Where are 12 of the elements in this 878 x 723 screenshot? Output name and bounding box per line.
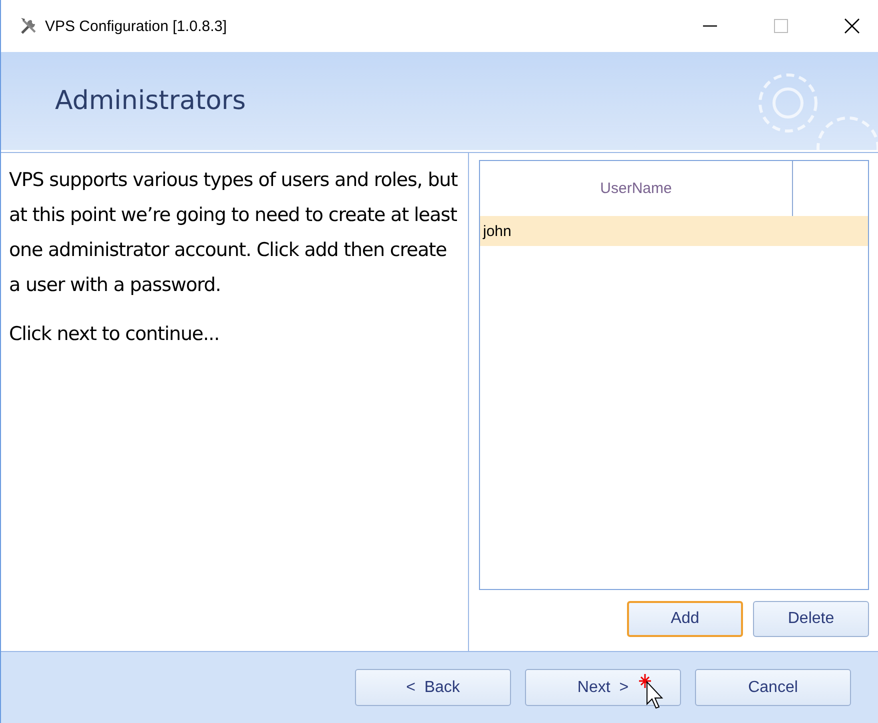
grid-button[interactable]: Delete	[753, 601, 869, 637]
description-text: VPS supports various types of users and roles, but at this point we’re going to need to create at least one administrator account. Click add then create a user with a password.	[9, 168, 459, 298]
grid-button[interactable]: Add	[627, 601, 743, 637]
description-text: Click next to continue...	[9, 322, 220, 347]
table-row[interactable]: john	[480, 216, 868, 246]
table-cell: john	[483, 222, 512, 240]
window-title: VPS Configuration [1.0.8.3]	[45, 18, 227, 34]
footer-button[interactable]: Next >	[525, 669, 681, 706]
footer-button[interactable]: Cancel	[695, 669, 851, 706]
close-icon[interactable]	[844, 18, 860, 34]
footer-button[interactable]: < Back	[355, 669, 511, 706]
page-title: Administrators	[55, 86, 246, 116]
